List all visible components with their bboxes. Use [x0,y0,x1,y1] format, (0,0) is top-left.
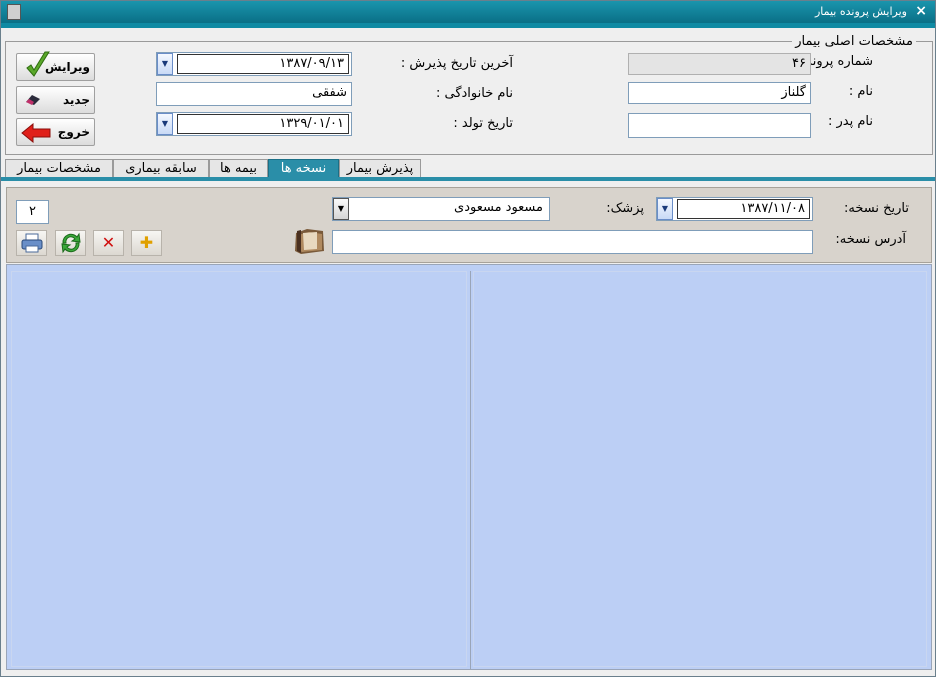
close-button[interactable]: × [915,3,927,19]
prescription-date-picker[interactable]: ▼ ۱۳۸۷/۱۱/۰۸ [656,197,813,221]
add-button[interactable]: ✚ [131,230,162,256]
eraser-icon [26,95,40,105]
file-number-field: ۴۶ [628,53,811,75]
prescription-items-left-pane [11,271,467,667]
tab-medical-history[interactable]: سابقه بیماری [113,159,209,177]
last-name-label: نام خانوادگی : [435,86,513,101]
exit-button[interactable]: خروج [16,118,95,146]
last-admission-date-picker[interactable]: ▼ ۱۳۸۷/۰۹/۱۳ [156,52,352,76]
birth-date-label: تاریخ تولد : [453,116,513,131]
close-icon: ✕ [101,233,116,252]
app-icon [7,4,21,20]
edit-button[interactable]: ویرایش [16,51,95,81]
edit-patient-window: × ویرایش پرونده بیمار مشخصات اصلی بیمار … [0,0,936,677]
window-title: ویرایش پرونده بیمار [814,5,907,18]
father-name-field[interactable] [628,113,811,138]
prescription-content-area [6,264,932,670]
birth-date-value[interactable]: ۱۳۲۹/۰۱/۰۱ [177,114,349,134]
father-name-label: نام پدر : [828,114,873,129]
exit-button-label: خروج [57,125,90,139]
tab-patient-details[interactable]: مشخصات بیمار [5,159,113,177]
doctor-value[interactable]: مسعود مسعودی [353,199,547,219]
last-admission-label: آخرین تاریخ پذیرش : [400,56,513,71]
tab-insurance[interactable]: بیمه ها [209,159,268,177]
pane-divider[interactable] [470,271,471,669]
chevron-down-icon[interactable]: ▼ [657,198,673,220]
folder-icon[interactable] [293,227,327,255]
title-accent-strip [1,23,935,28]
printer-icon [21,233,42,253]
prescription-count: ۲ [16,200,49,224]
arrow-left-icon [21,123,51,143]
prescription-date-value[interactable]: ۱۳۸۷/۱۱/۰۸ [677,199,810,219]
chevron-down-icon[interactable]: ▼ [333,198,349,220]
chevron-down-icon[interactable]: ▼ [157,113,173,135]
new-button-label: جدید [62,93,90,107]
tab-prescriptions[interactable]: نسخه ها [268,159,339,177]
refresh-icon [60,232,81,254]
prescription-address-label: آدرس نسخه: [835,232,906,247]
group-title: مشخصات اصلی بیمار [792,34,916,49]
tab-underline [1,177,935,181]
plus-icon: ✚ [139,233,154,252]
delete-button[interactable]: ✕ [93,230,124,256]
last-admission-date-value[interactable]: ۱۳۸۷/۰۹/۱۳ [177,54,349,74]
chevron-down-icon[interactable]: ▼ [157,53,173,75]
doctor-label: پزشک: [606,201,644,216]
title-bar: × ویرایش پرونده بیمار [1,1,935,23]
refresh-button[interactable] [55,230,86,256]
tab-admission[interactable]: پذیرش بیمار [339,159,421,177]
prescription-date-label: تاریخ نسخه: [844,201,909,216]
prescription-items-right-pane [473,271,927,667]
edit-button-label: ویرایش [44,60,90,74]
first-name-label: نام : [848,84,873,99]
tab-strip: پذیرش بیمار نسخه ها بیمه ها سابقه بیماری… [1,157,935,177]
first-name-field[interactable]: گلناز [628,82,811,104]
new-button[interactable]: جدید [16,86,95,114]
birth-date-picker[interactable]: ▼ ۱۳۲۹/۰۱/۰۱ [156,112,352,136]
print-button[interactable] [16,230,47,256]
prescription-address-field[interactable] [332,230,813,254]
last-name-field[interactable]: شفقی [156,82,352,106]
doctor-select[interactable]: ▼ مسعود مسعودی [332,197,550,221]
